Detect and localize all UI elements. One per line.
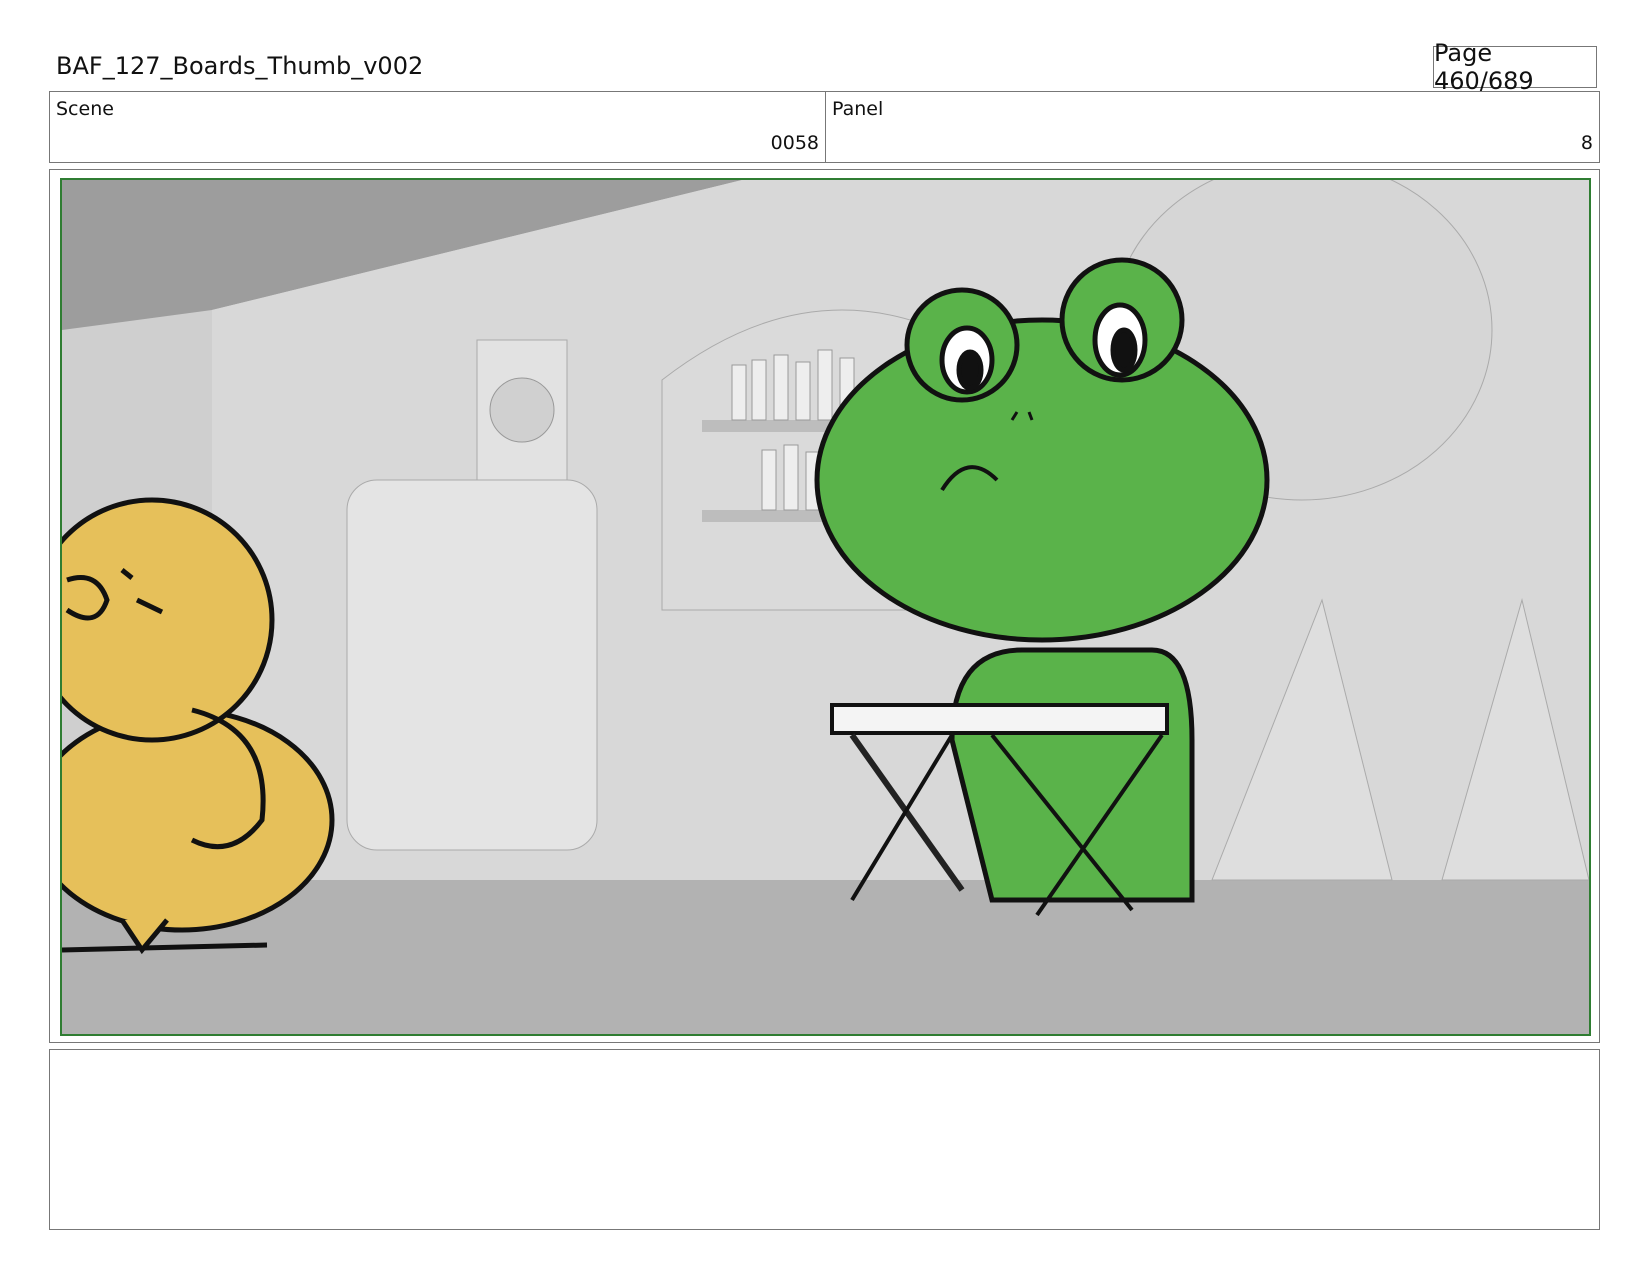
page-number: Page 460/689: [1433, 39, 1597, 95]
storyboard-frame: [49, 169, 1600, 1043]
notes-box: [49, 1049, 1600, 1230]
scene-cell: Scene 0058: [50, 92, 826, 162]
panel-value: 8: [1580, 132, 1593, 154]
scene-panel-info: Scene 0058 Panel 8: [49, 91, 1600, 163]
scene-label: Scene: [56, 98, 114, 120]
document-title: BAF_127_Boards_Thumb_v002: [56, 52, 424, 80]
fridge: [346, 479, 598, 851]
floor: [62, 880, 1589, 1034]
scene-value: 0058: [770, 132, 819, 154]
storyboard-artwork: [60, 178, 1591, 1036]
panel-cell: Panel 8: [826, 92, 1599, 162]
panel-label: Panel: [832, 98, 884, 120]
